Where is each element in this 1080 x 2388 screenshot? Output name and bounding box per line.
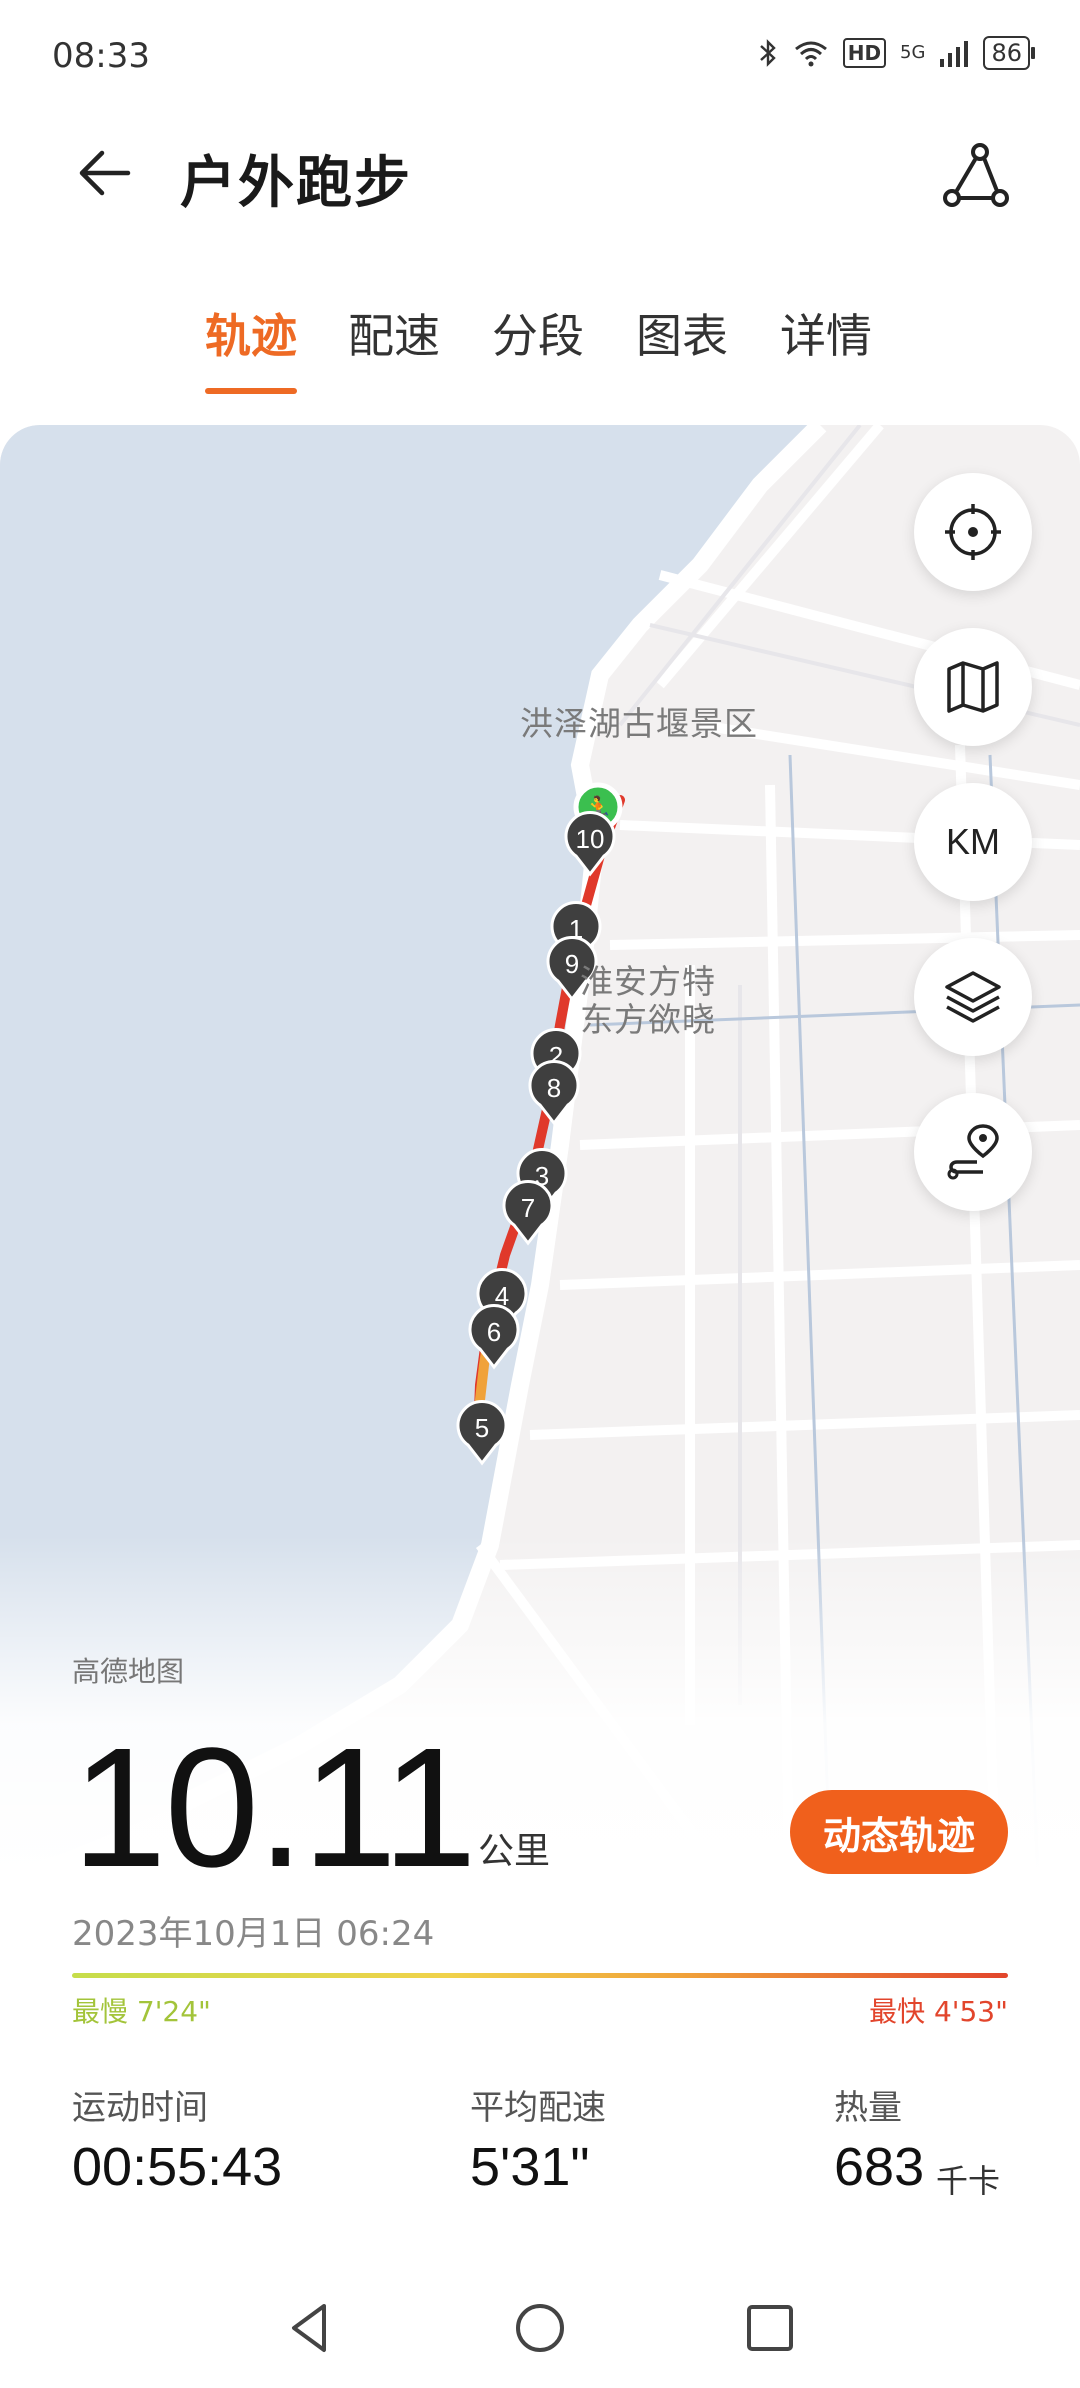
- fastest-pace: 最快 4'53": [869, 1995, 1008, 2028]
- distance-value: 10.11: [72, 1713, 477, 1903]
- slowest-pace: 最慢 7'24": [72, 1995, 211, 2028]
- map-label-poi-2: 东方欲晓: [580, 1000, 716, 1039]
- km-marker-label: 8: [547, 1073, 561, 1103]
- stat-value-calories: 683: [834, 2137, 925, 2197]
- status-bar: 08:33 HD 5G 86: [0, 0, 1080, 110]
- stat-label-duration: 运动时间: [72, 2088, 208, 2128]
- layers-button[interactable]: [914, 938, 1032, 1056]
- stat-unit-calories: 千卡: [936, 2162, 1001, 2200]
- battery-icon: 86: [983, 36, 1035, 70]
- tab-segments[interactable]: 分段: [492, 300, 584, 366]
- home-circle-icon[interactable]: [510, 2298, 570, 2358]
- workout-datetime: 2023年10月1日 06:24: [72, 1914, 435, 1954]
- page-title: 户外跑步: [180, 151, 412, 216]
- back-triangle-icon[interactable]: [280, 2298, 340, 2358]
- locate-button[interactable]: [914, 473, 1032, 591]
- tab-pace[interactable]: 配速: [348, 300, 440, 366]
- map-provider: 高德地图: [72, 1655, 185, 1688]
- recent-square-icon[interactable]: [740, 2298, 800, 2358]
- status-icons: HD 5G 86: [757, 36, 1035, 70]
- pace-gradient-bar: [72, 1973, 1008, 1978]
- app-header: 户外跑步: [0, 120, 1080, 230]
- tab-details[interactable]: 详情: [780, 300, 872, 366]
- hd-badge: HD: [842, 38, 887, 68]
- signal-label: 5G: [900, 42, 926, 63]
- km-marker-label: 7: [521, 1193, 535, 1223]
- stat-value-duration: 00:55:43: [72, 2137, 283, 2197]
- stat-label-avg-pace: 平均配速: [470, 2088, 606, 2128]
- layers-icon: [945, 971, 1001, 1023]
- distance-unit: 公里: [478, 1831, 551, 1872]
- km-marker-label: 10: [576, 824, 605, 854]
- map-style-button[interactable]: [914, 628, 1032, 746]
- tab-active-indicator: [205, 388, 297, 394]
- stat-label-calories: 热量: [834, 2088, 902, 2128]
- km-toggle-button[interactable]: KM: [914, 783, 1032, 901]
- map-icon: [947, 661, 999, 713]
- route-button[interactable]: [914, 1093, 1032, 1211]
- tab-bar: 轨迹 配速 分段 图表 详情: [0, 300, 1080, 400]
- wifi-icon: [794, 41, 827, 67]
- km-label: KM: [946, 821, 1000, 862]
- stat-value-avg-pace: 5'31": [470, 2137, 590, 2197]
- km-marker-label: 6: [487, 1317, 501, 1347]
- arrow-left-icon[interactable]: [70, 138, 140, 208]
- system-nav-bar: [0, 2278, 1080, 2388]
- route-icon: [947, 1124, 999, 1180]
- km-marker-label: 9: [565, 949, 579, 979]
- status-time: 08:33: [52, 36, 150, 76]
- map-label-scenic: 洪泽湖古堰景区: [520, 704, 758, 743]
- km-marker-label: 5: [475, 1413, 489, 1443]
- locate-icon: [945, 504, 1001, 560]
- dynamic-track-button[interactable]: 动态轨迹: [790, 1790, 1008, 1874]
- route-share-icon[interactable]: [940, 140, 1010, 210]
- signal-icon: [940, 41, 969, 67]
- tab-charts[interactable]: 图表: [636, 300, 728, 366]
- bluetooth-icon: [759, 39, 776, 67]
- tab-track[interactable]: 轨迹: [205, 300, 297, 366]
